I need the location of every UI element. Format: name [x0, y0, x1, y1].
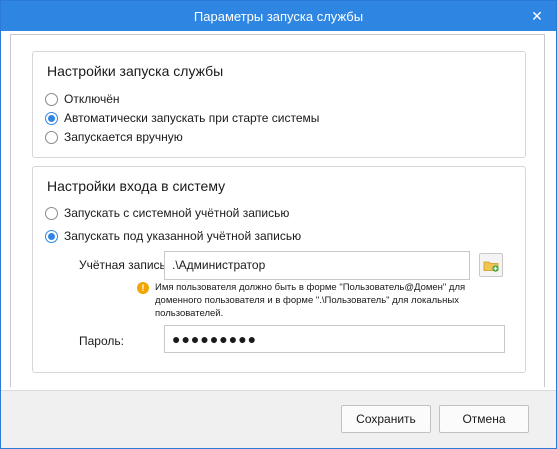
radio-specified-account-label: Запускать под указанной учётной записью [64, 229, 302, 243]
radio-automatic[interactable]: Автоматически запускать при старте систе… [45, 109, 319, 127]
startup-settings-group: Настройки запуска службы Отключён Автома… [32, 51, 526, 158]
account-input[interactable]: .\Администратор [164, 251, 470, 280]
radio-disabled-button[interactable] [45, 92, 58, 106]
browse-account-button[interactable] [479, 253, 503, 277]
close-icon[interactable]: ✕ [528, 7, 546, 25]
radio-automatic-label: Автоматически запускать при старте систе… [64, 111, 320, 125]
cancel-button[interactable]: Отмена [439, 405, 529, 433]
dialog-content: Настройки запуска службы Отключён Автома… [1, 31, 556, 390]
radio-system-account-label: Запускать с системной учётной записью [64, 206, 290, 220]
radio-disabled[interactable]: Отключён [45, 90, 120, 108]
window-title: Параметры запуска службы [193, 9, 364, 24]
password-input[interactable]: ●●●●●●●●● [164, 325, 505, 353]
radio-system-account[interactable]: Запускать с системной учётной записью [45, 204, 289, 222]
folder-user-icon [483, 261, 499, 272]
startup-settings-title: Настройки запуска службы [47, 63, 224, 79]
radio-specified-account-button[interactable] [45, 229, 58, 243]
password-label: Пароль: [79, 334, 124, 348]
radio-disabled-label: Отключён [64, 92, 120, 106]
logon-settings-title: Настройки входа в систему [47, 178, 226, 194]
radio-system-account-button[interactable] [45, 206, 58, 220]
radio-specified-account[interactable]: Запускать под указанной учётной записью [45, 227, 301, 245]
warning-icon: ! [137, 282, 149, 294]
account-format-text: Имя пользователя должно быть в форме "По… [155, 282, 466, 319]
radio-manual-label: Запускается вручную [64, 130, 183, 144]
logon-settings-group: Настройки входа в систему Запускать с си… [32, 166, 526, 373]
dialog-footer: Сохранить Отмена [1, 390, 556, 448]
radio-manual[interactable]: Запускается вручную [45, 128, 183, 146]
radio-manual-button[interactable] [45, 130, 58, 144]
service-startup-dialog: Параметры запуска службы ✕ Настройки зап… [0, 0, 557, 449]
radio-automatic-button[interactable] [45, 111, 58, 125]
account-label: Учётная запись: [79, 258, 170, 272]
save-button[interactable]: Сохранить [341, 405, 431, 433]
title-bar[interactable]: Параметры запуска службы ✕ [1, 1, 556, 31]
